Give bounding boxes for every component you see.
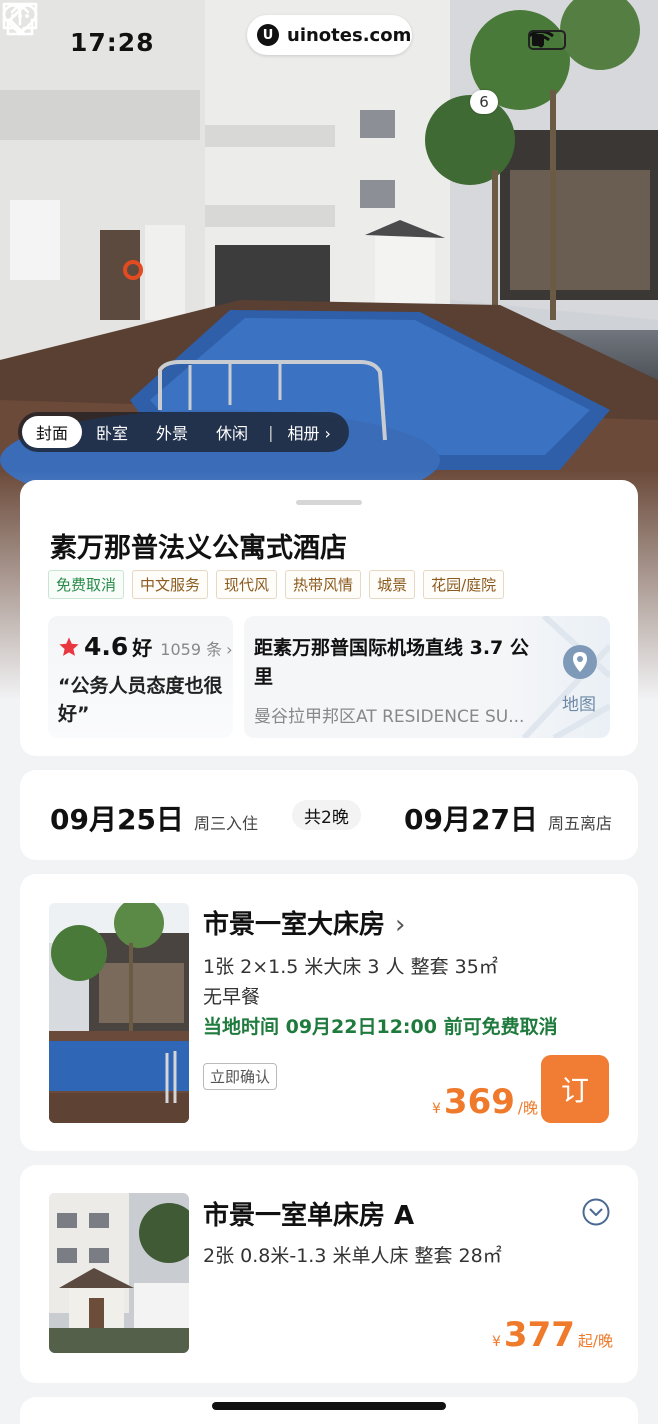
chevron-right-icon: › [226,640,233,659]
room-breakfast: 无早餐 [203,986,261,1008]
price-value: 377 [503,1315,575,1355]
room-card[interactable]: 市景一室单床房 A 2张 0.8米-1.3 米单人床 整套 28㎡ ¥ 377 … [20,1165,638,1383]
room-card[interactable]: 市景一室大床房 › 1张 2×1.5 米大床 3 人 整套 35㎡ 无早餐 当地时… [20,874,638,1151]
album-tab-leisure[interactable]: 休闲 [202,416,262,448]
map-pin-icon[interactable] [562,644,598,680]
review-count: 1059 条 [160,640,223,659]
album-tab-bedroom[interactable]: 卧室 [82,416,142,448]
location-box[interactable]: 距素万那普国际机场直线 3.7 公里 曼谷拉甲邦区AT RESIDENCE SU… [244,616,610,738]
room-bed-info: 1张 2×1.5 米大床 3 人 整套 35㎡ [203,956,498,978]
checkin-block[interactable]: 09月25日 周三入住 [50,798,258,838]
instant-confirm-tag: 立即确认 [203,1063,278,1090]
room-cancel-policy: 当地时间 09月22日12:00 前可免费取消 [203,1016,558,1038]
room-title[interactable]: 市景一室单床房 A [203,1195,414,1232]
hotel-name: 素万那普法义公寓式酒店 [50,533,347,564]
room-price: ¥ 377 起/晚 [492,1315,613,1355]
message-icon[interactable] [0,0,40,38]
price-unit: /晚 [517,1099,538,1117]
tag-chinese-service: 中文服务 [132,570,209,599]
map-label[interactable]: 地图 [562,690,596,715]
room-photo[interactable] [49,903,189,1123]
status-icons [528,30,566,50]
price-unit: 起/晚 [577,1332,613,1350]
currency-symbol: ¥ [492,1334,501,1350]
album-divider: | [268,422,274,442]
pool-thumbnail-image [49,903,189,1123]
hotel-tags: 免费取消 中文服务 现代风 热带风情 城景 花园/庭院 [48,570,505,599]
album-tab-exterior[interactable]: 外景 [142,416,202,448]
room-price: ¥ 369 /晚 [432,1082,538,1122]
star-icon [59,636,79,656]
building-thumbnail-image [49,1193,189,1353]
currency-symbol: ¥ [432,1101,441,1117]
checkout-block[interactable]: 09月27日 周五离店 [404,798,612,838]
chevron-right-icon: › [395,910,406,940]
album-tab-all[interactable]: 相册 › [273,416,345,448]
url-text: uinotes.com [287,24,412,46]
album-tab-bar: 封面 卧室 外景 休闲 | 相册 › [18,412,349,452]
hotel-info-card: 素万那普法义公寓式酒店 免费取消 中文服务 现代风 热带风情 城景 花园/庭院 … [20,480,638,756]
room-bed-info: 2张 0.8米-1.3 米单人床 整套 28㎡ [203,1245,502,1267]
checkin-label: 周三入住 [193,814,258,833]
home-indicator[interactable] [212,1402,446,1410]
status-time: 17:28 [70,28,155,57]
price-value: 369 [443,1082,515,1122]
nights-count: 共2晚 [292,800,361,830]
tag-tropical: 热带风情 [285,570,362,599]
chevron-down-icon[interactable] [581,1197,611,1227]
drag-handle[interactable] [296,500,362,505]
tag-garden: 花园/庭院 [423,570,505,599]
url-pill[interactable]: U uinotes.com [247,15,412,55]
date-selector-card[interactable]: 09月25日 周三入住 共2晚 09月27日 周五离店 [20,770,638,860]
checkout-label: 周五离店 [547,814,612,833]
rating-score: 4.6 [84,632,129,661]
tag-city-view: 城景 [369,570,416,599]
room-title-text: 市景一室大床房 [203,910,386,940]
review-quote: “公务人员态度也很好” [58,675,223,725]
album-tab-cover[interactable]: 封面 [22,416,83,448]
airport-distance: 距素万那普国际机场直线 3.7 公里 [254,637,529,688]
favorite-count-badge: 6 [470,90,498,114]
battery-icon [528,30,566,50]
checkout-date: 09月27日 [404,803,538,836]
tag-free-cancel: 免费取消 [48,570,125,599]
book-button[interactable]: 订 [541,1055,609,1123]
checkin-date: 09月25日 [50,803,184,836]
rating-box[interactable]: 4.6 好 1059 条 › “公务人员态度也很好” [48,616,233,738]
room-title[interactable]: 市景一室大床房 › [203,904,405,941]
room-photo[interactable] [49,1193,189,1353]
tag-modern: 现代风 [216,570,278,599]
site-logo-icon: U [257,24,279,46]
hotel-address: 曼谷拉甲邦区AT RESIDENCE SU... [254,707,525,727]
rating-word: 好 [132,636,153,660]
